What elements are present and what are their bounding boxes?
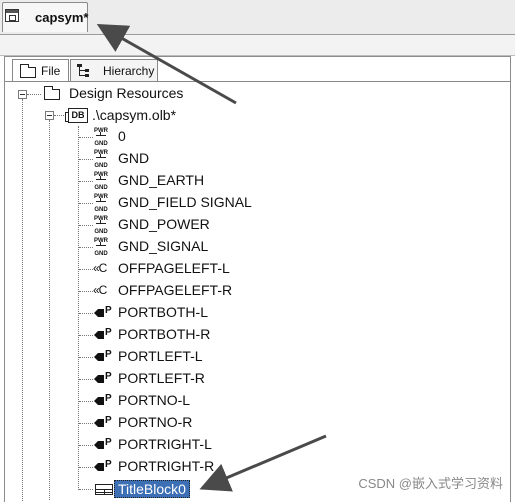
arrow-to-document-tab <box>96 24 237 105</box>
arrow-to-titleblock <box>199 434 327 492</box>
annotation-arrows <box>96 24 327 492</box>
